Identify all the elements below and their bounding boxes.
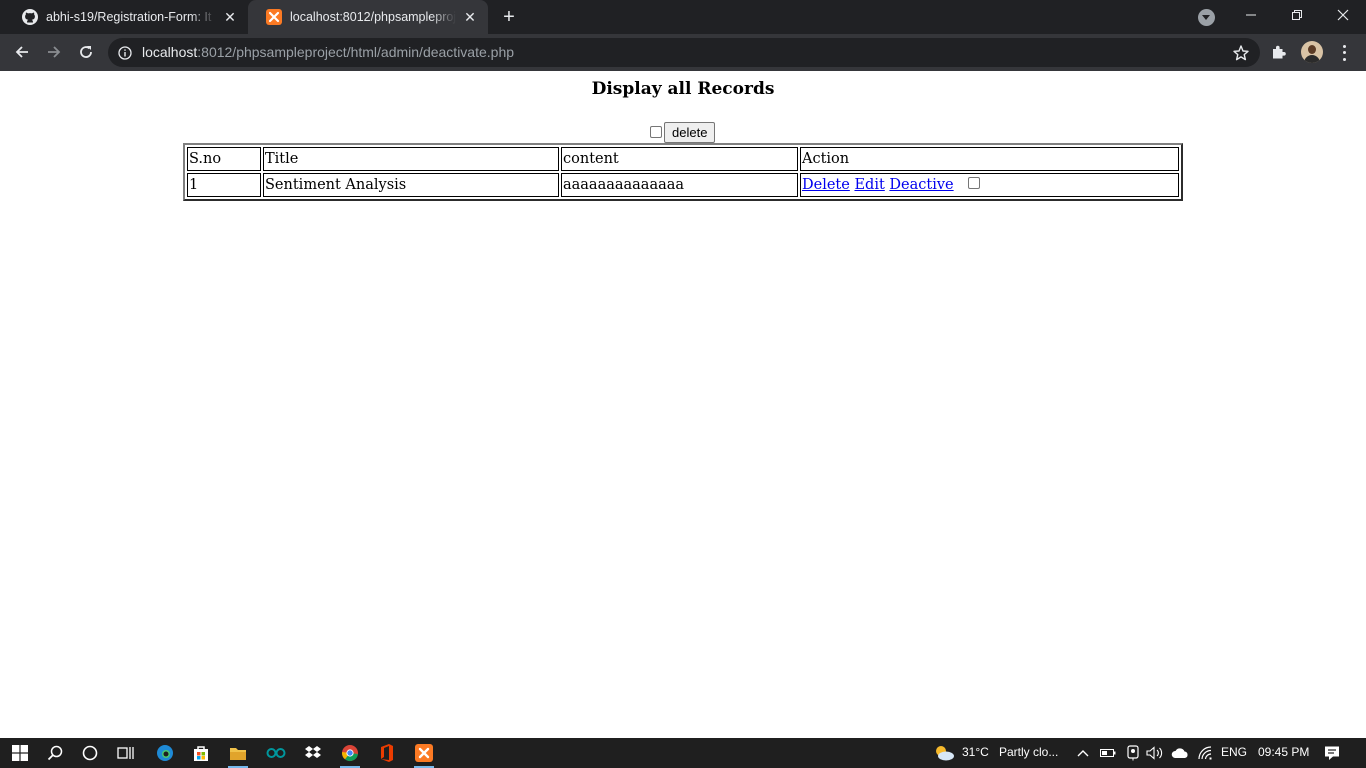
cell-actions: Delete Edit Deactive <box>800 173 1179 197</box>
column-header-title: Title <box>263 147 559 171</box>
office-icon[interactable] <box>367 738 407 768</box>
browser-toolbar: localhost:8012/phpsampleproject/html/adm… <box>0 34 1366 71</box>
xampp-icon <box>266 9 282 25</box>
column-header-content: content <box>561 147 798 171</box>
meet-now-icon[interactable] <box>1124 744 1142 762</box>
forward-icon[interactable] <box>42 40 66 64</box>
cell-title: Sentiment Analysis <box>263 173 559 197</box>
reload-icon[interactable] <box>74 40 98 64</box>
tab-search-icon[interactable] <box>1198 9 1215 26</box>
browser-tab-localhost[interactable]: localhost:8012/phpsampleproject ✕ <box>248 0 488 34</box>
bulk-action-bar: delete <box>650 122 716 143</box>
store-icon[interactable] <box>181 738 221 768</box>
chrome-icon[interactable] <box>330 738 370 768</box>
column-header-action: Action <box>800 147 1179 171</box>
notifications-icon[interactable] <box>1323 744 1341 762</box>
windows-taskbar: 31°C Partly clo... ENG 09:45 PM <box>0 738 1366 768</box>
weather-partly-cloudy-icon[interactable] <box>932 744 956 762</box>
windows-start-icon[interactable] <box>0 738 40 768</box>
back-icon[interactable] <box>10 40 34 64</box>
input-language[interactable]: ENG <box>1221 745 1247 759</box>
address-bar[interactable]: localhost:8012/phpsampleproject/html/adm… <box>108 38 1260 67</box>
new-tab-icon[interactable]: + <box>498 6 520 28</box>
browser-tab-strip: abhi-s19/Registration-Form: It he ✕ loca… <box>0 0 1366 34</box>
profile-avatar[interactable] <box>1301 41 1323 63</box>
clock-time[interactable]: 09:45 PM <box>1258 745 1309 759</box>
tab-close-icon[interactable]: ✕ <box>222 9 238 25</box>
page-title: Display all Records <box>591 79 775 99</box>
records-table: S.no Title content Action 1 Sentiment An… <box>183 143 1183 201</box>
weather-temperature[interactable]: 31°C <box>962 745 989 759</box>
tab-close-icon[interactable]: ✕ <box>462 9 478 25</box>
restore-icon[interactable] <box>1274 0 1320 30</box>
edit-link[interactable]: Edit <box>854 177 884 193</box>
row-select-checkbox[interactable] <box>968 177 981 189</box>
battery-icon[interactable] <box>1099 744 1117 762</box>
bookmark-star-icon[interactable] <box>1232 44 1250 62</box>
tab-title: localhost:8012/phpsampleproject <box>290 10 456 24</box>
arduino-icon[interactable] <box>256 738 296 768</box>
url-path: :8012/phpsampleproject/html/admin/deacti… <box>197 44 515 60</box>
cell-sno: 1 <box>187 173 261 197</box>
wifi-icon[interactable] <box>1196 744 1214 762</box>
chevron-up-icon[interactable] <box>1074 744 1092 762</box>
table-header-row: S.no Title content Action <box>187 147 1179 171</box>
extensions-puzzle-icon[interactable] <box>1270 43 1290 63</box>
close-window-icon[interactable] <box>1320 0 1366 30</box>
url-text[interactable]: localhost:8012/phpsampleproject/html/adm… <box>142 44 514 60</box>
cell-content: aaaaaaaaaaaaaa <box>561 173 798 197</box>
dropbox-icon[interactable] <box>293 738 333 768</box>
table-row: 1 Sentiment Analysis aaaaaaaaaaaaaa Dele… <box>187 173 1179 197</box>
onedrive-cloud-icon[interactable] <box>1170 744 1190 762</box>
minimize-icon[interactable] <box>1228 0 1274 30</box>
deactive-link[interactable]: Deactive <box>889 177 953 193</box>
bulk-delete-button[interactable]: delete <box>664 122 716 143</box>
weather-description[interactable]: Partly clo... <box>999 745 1058 759</box>
github-icon <box>22 9 38 25</box>
tab-title: abhi-s19/Registration-Form: It he <box>46 10 216 24</box>
xampp-taskbar-icon[interactable] <box>404 738 444 768</box>
browser-menu-icon[interactable] <box>1336 43 1352 63</box>
url-host: localhost <box>142 44 198 60</box>
delete-link[interactable]: Delete <box>802 177 850 193</box>
edge-icon[interactable] <box>145 738 185 768</box>
cortana-icon[interactable] <box>70 738 110 768</box>
file-explorer-icon[interactable] <box>218 738 258 768</box>
site-info-icon[interactable] <box>118 45 132 60</box>
page-content: Display all Records delete S.no Title co… <box>0 71 1366 738</box>
column-header-sno: S.no <box>187 147 261 171</box>
task-view-icon[interactable] <box>106 738 146 768</box>
volume-icon[interactable] <box>1146 744 1164 762</box>
select-all-checkbox[interactable] <box>650 125 662 138</box>
browser-tab-github[interactable]: abhi-s19/Registration-Form: It he ✕ <box>4 0 248 34</box>
search-icon[interactable] <box>35 738 75 768</box>
